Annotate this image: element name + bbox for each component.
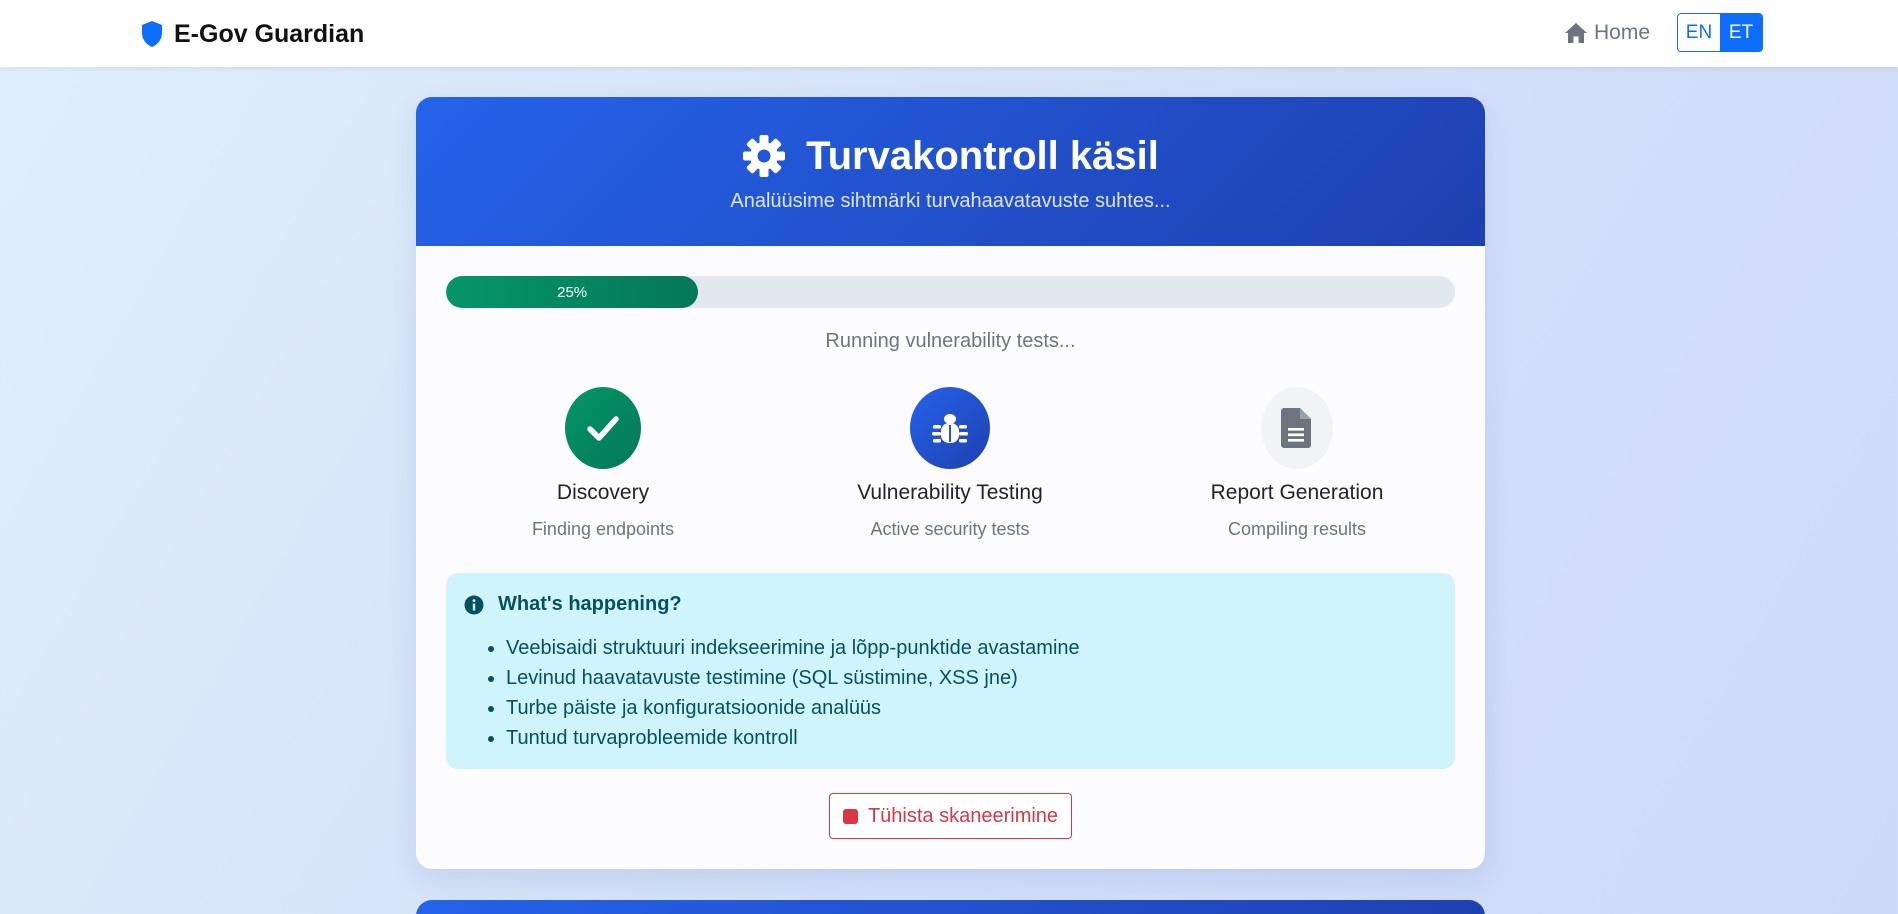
step-desc: Active security tests: [870, 519, 1030, 539]
step-desc: Finding endpoints: [531, 519, 675, 539]
gear-icon: [743, 135, 786, 177]
scan-progress-card: Turvakontroll käsil Analüüsime sihtmärki…: [416, 97, 1485, 869]
info-list: Veebisaidi struktuuri indekseerimine ja …: [506, 633, 1080, 753]
stop-icon: [842, 808, 858, 824]
home-link[interactable]: Home: [1564, 19, 1650, 47]
info-heading: What's happening?: [464, 593, 682, 616]
cancel-label: Tühista skaneerimine: [867, 804, 1059, 827]
step-icon-active: [910, 387, 990, 469]
list-item: Turbe päiste ja konfiguratsioonide analü…: [506, 693, 1080, 723]
list-item: Veebisaidi struktuuri indekseerimine ja …: [506, 633, 1080, 663]
list-item: Levinud haavatavuste testimine (SQL süst…: [506, 663, 1080, 693]
navbar: E-Gov Guardian Home EN ET: [0, 0, 1898, 67]
lang-en-button[interactable]: EN: [1678, 14, 1720, 51]
card-header: Turvakontroll käsil Analüüsime sihtmärki…: [416, 97, 1485, 246]
step-vulnerability-testing: Vulnerability Testing Active security te…: [800, 387, 1100, 540]
step-title: Vulnerability Testing: [857, 481, 1043, 504]
title-text: Turvakontroll käsil: [806, 133, 1159, 178]
page-subtitle: Analüüsime sihtmärki turvahaavatavuste s…: [730, 190, 1171, 212]
home-label: Home: [1594, 21, 1651, 44]
file-icon: [1281, 408, 1311, 448]
shield-icon: [142, 21, 162, 47]
step-icon-done: [565, 387, 641, 469]
progress-label: 25%: [557, 283, 588, 301]
page-title: Turvakontroll käsil: [416, 128, 1485, 184]
step-icon-pending: [1261, 387, 1333, 469]
home-icon: [1565, 23, 1587, 43]
step-desc: Compiling results: [1227, 519, 1367, 539]
status-text: Running vulnerability tests...: [825, 330, 1076, 352]
list-item: Tuntud turvaprobleemide kontroll: [506, 723, 1080, 753]
step-title: Report Generation: [1210, 481, 1384, 504]
progress-bar: 25%: [446, 276, 1455, 308]
cancel-scan-button[interactable]: Tühista skaneerimine: [829, 793, 1072, 839]
step-title: Discovery: [556, 481, 650, 504]
info-heading-text: What's happening?: [498, 593, 682, 615]
bug-icon: [932, 414, 968, 443]
step-report-generation: Report Generation Compiling results: [1147, 387, 1447, 540]
progress-fill: 25%: [446, 276, 699, 308]
brand-link[interactable]: E-Gov Guardian: [140, 18, 364, 50]
info-alert: What's happening? Veebisaidi struktuuri …: [446, 573, 1455, 769]
check-icon: [587, 416, 619, 441]
next-card-header: [416, 900, 1485, 914]
brand-name: E-Gov Guardian: [174, 19, 365, 48]
language-switcher: EN ET: [1677, 13, 1763, 52]
step-discovery: Discovery Finding endpoints: [453, 387, 753, 540]
lang-et-button[interactable]: ET: [1720, 14, 1762, 51]
info-circle-icon: [464, 595, 484, 614]
